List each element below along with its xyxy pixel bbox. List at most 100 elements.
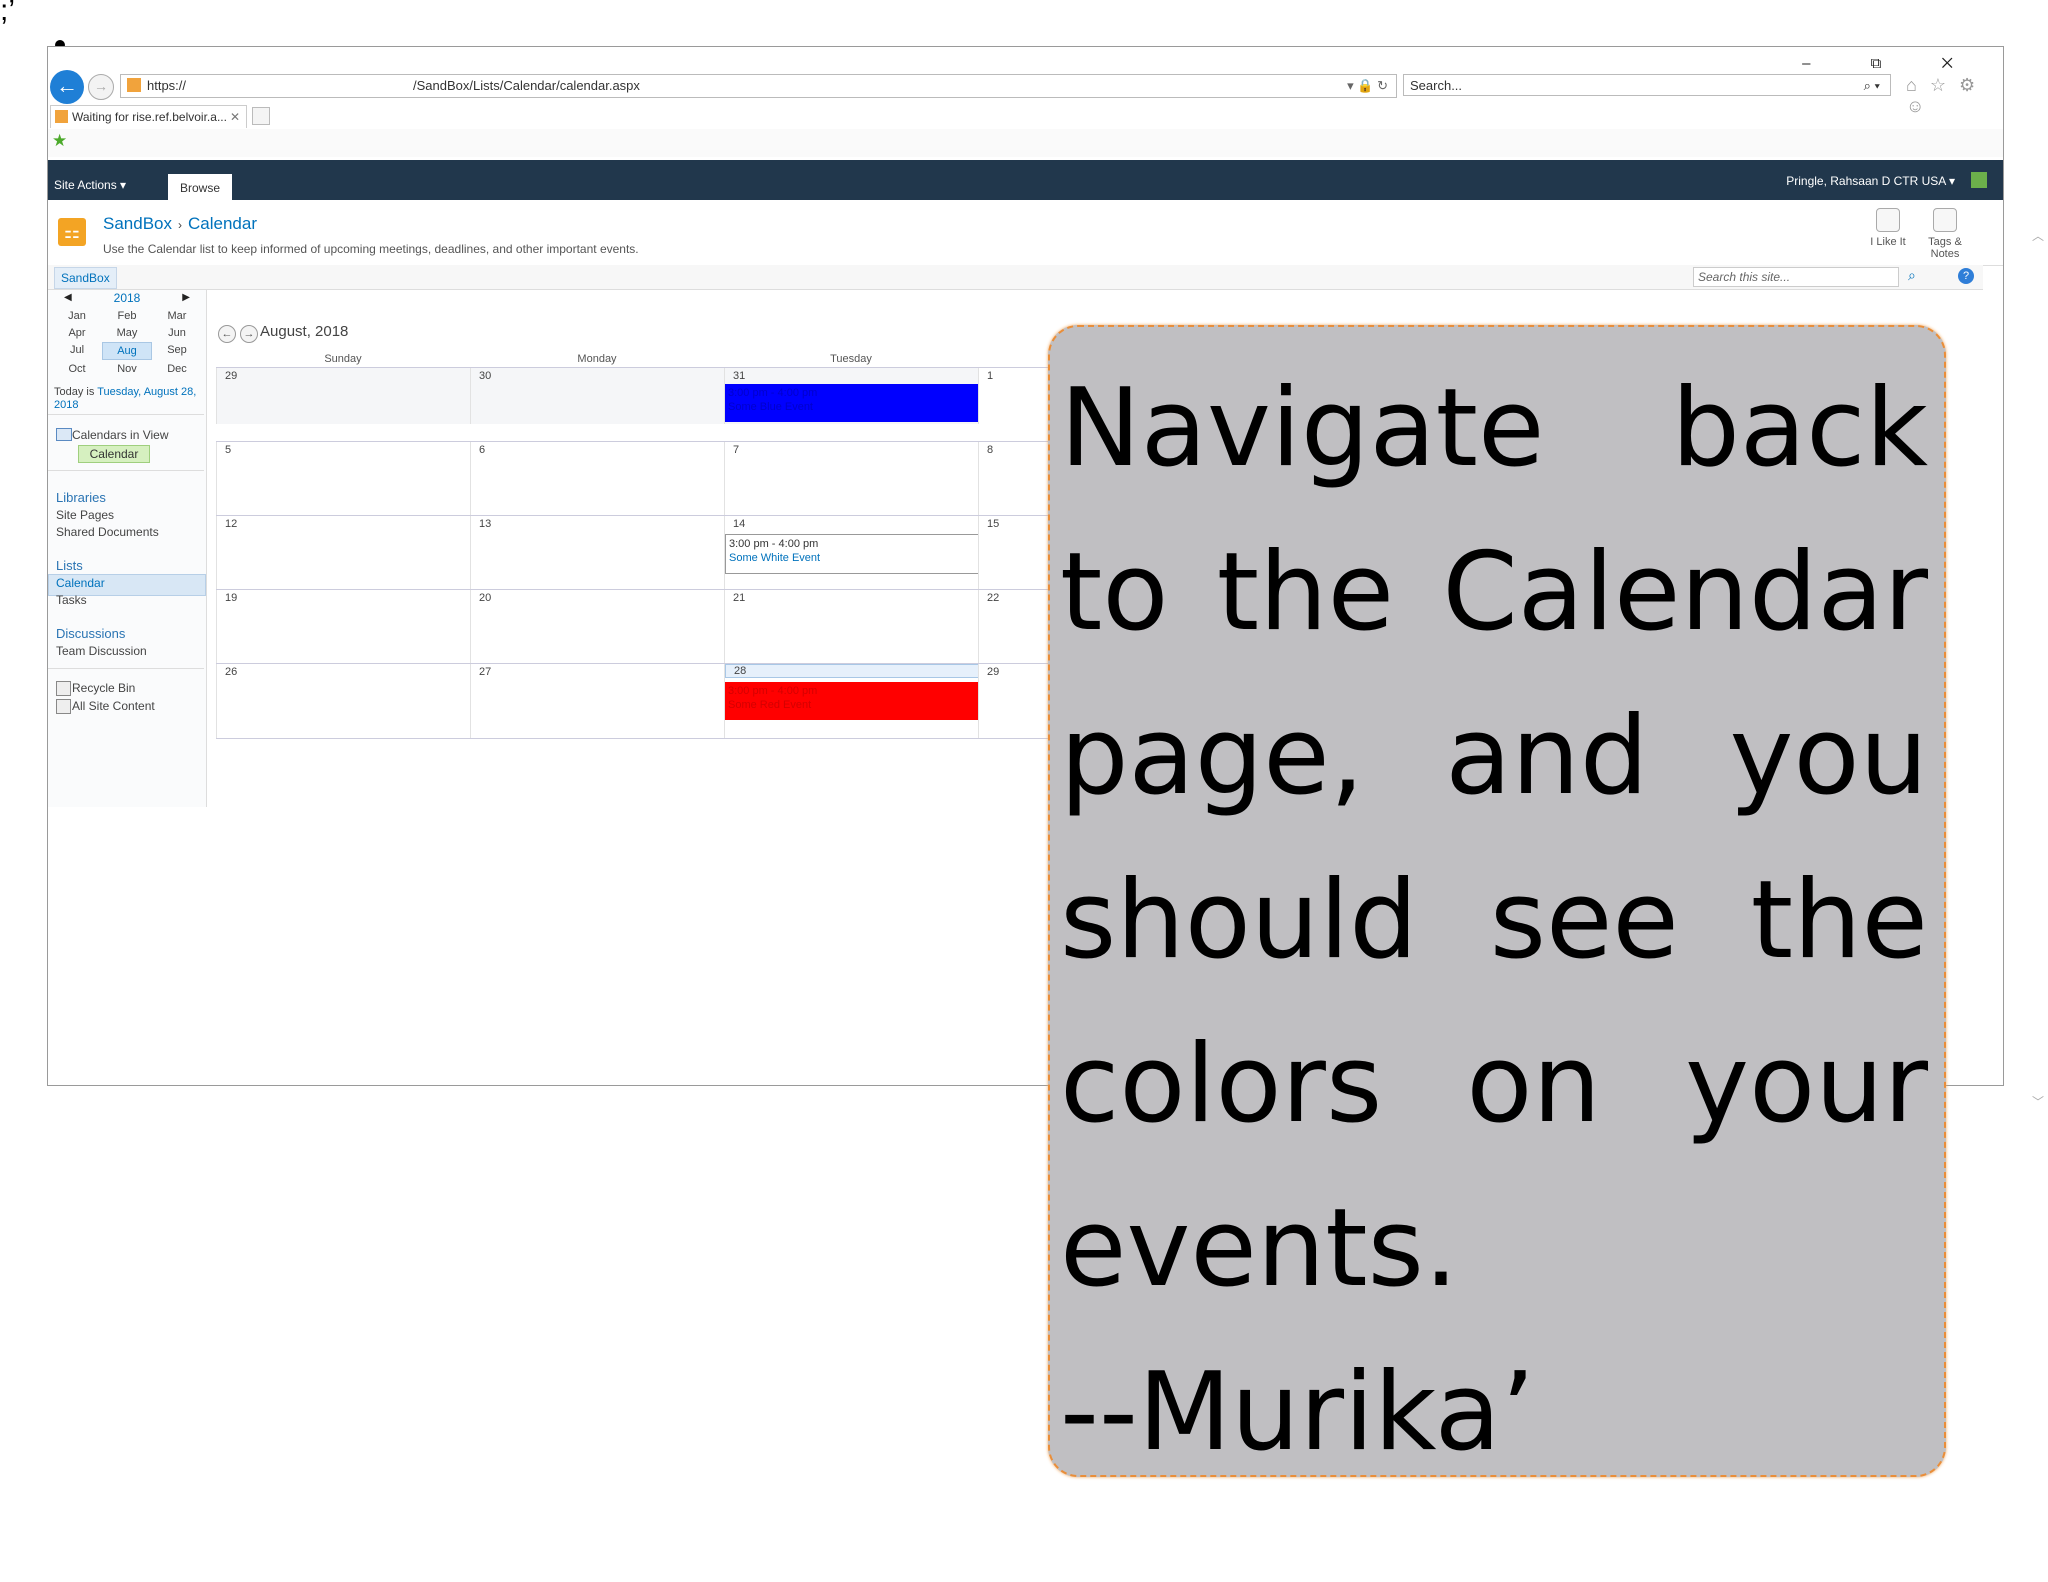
breadcrumb: SandBox › Calendar bbox=[103, 214, 257, 234]
browser-tab[interactable]: Waiting for rise.ref.belvoir.a... ✕ bbox=[50, 105, 247, 128]
user-menu[interactable]: Pringle, Rahsaan D CTR USA ▾ bbox=[1786, 174, 1955, 188]
back-button[interactable]: ← bbox=[50, 70, 84, 104]
event-red[interactable]: 3:00 pm - 4:00 pm Some Red Event bbox=[725, 682, 979, 720]
month-jan[interactable]: Jan bbox=[52, 308, 102, 324]
breadcrumb-list-link[interactable]: Calendar bbox=[188, 214, 257, 233]
day-cell[interactable]: 31 3:00 pm - 4:00 pm Some Blue Event bbox=[724, 368, 979, 424]
topnav-item-sandbox[interactable]: SandBox bbox=[54, 267, 117, 289]
day-number: 5 bbox=[225, 444, 232, 456]
nav-item-team-discussion[interactable]: Team Discussion bbox=[56, 644, 147, 658]
day-cell-today[interactable]: 28 3:00 pm - 4:00 pm Some Red Event bbox=[724, 664, 979, 738]
callout-signature: --Murika’ bbox=[1060, 1350, 1536, 1475]
day-cell[interactable]: 20 bbox=[470, 590, 725, 664]
left-navigation: ◀ 2018 ▶ Jan Feb Mar Apr May Jun Jul Aug… bbox=[48, 290, 207, 807]
month-mar[interactable]: Mar bbox=[152, 308, 202, 324]
day-number: 14 bbox=[733, 518, 746, 530]
month-jul[interactable]: Jul bbox=[52, 342, 102, 358]
month-nov[interactable]: Nov bbox=[102, 361, 152, 377]
day-cell[interactable]: 21 bbox=[724, 590, 979, 664]
day-cell[interactable]: 5 bbox=[216, 442, 471, 516]
favorites-star-icon[interactable]: ★ bbox=[52, 131, 67, 151]
tags-notes-label: Tags & Notes bbox=[1928, 236, 1962, 260]
address-tools-icons[interactable]: ▾ 🔒 ↻ bbox=[1347, 75, 1388, 97]
site-favicon-icon bbox=[127, 78, 141, 92]
new-tab-button[interactable] bbox=[252, 107, 270, 125]
nav-item-recycle-bin[interactable]: Recycle Bin bbox=[72, 681, 135, 695]
day-number: 29 bbox=[225, 370, 238, 382]
day-cell[interactable]: 13 bbox=[470, 516, 725, 590]
day-number: 21 bbox=[733, 592, 746, 604]
today-prefix: Today is bbox=[54, 386, 98, 398]
year-label[interactable]: 2018 bbox=[114, 291, 141, 305]
day-cell[interactable]: 6 bbox=[470, 442, 725, 516]
nav-heading-libraries[interactable]: Libraries bbox=[56, 490, 106, 505]
nav-item-site-pages[interactable]: Site Pages bbox=[56, 508, 114, 522]
address-bar[interactable]: https:// /SandBox/Lists/Calendar/calenda… bbox=[120, 74, 1397, 98]
calendar-overlay-chip[interactable]: Calendar bbox=[78, 445, 150, 463]
user-status-icon[interactable] bbox=[1971, 172, 1987, 188]
i-like-it-button[interactable]: I Like It bbox=[1863, 208, 1913, 248]
dayname-monday: Monday bbox=[577, 353, 617, 365]
site-search-input[interactable]: Search this site... bbox=[1693, 267, 1899, 287]
next-month-icon[interactable]: → bbox=[240, 325, 258, 343]
nav-heading-lists[interactable]: Lists bbox=[56, 558, 83, 573]
month-sep[interactable]: Sep bbox=[152, 342, 202, 358]
page-title-area: ⚏ SandBox › Calendar Use the Calendar list… bbox=[48, 200, 2003, 266]
scroll-up-icon[interactable]: ︿ bbox=[2032, 227, 2044, 244]
day-cell[interactable]: 7 bbox=[724, 442, 979, 516]
day-cell[interactable]: 12 bbox=[216, 516, 471, 590]
month-may[interactable]: May bbox=[102, 325, 152, 341]
month-dec[interactable]: Dec bbox=[152, 361, 202, 377]
nav-item-shared-documents[interactable]: Shared Documents bbox=[56, 525, 159, 539]
event-blue[interactable]: 3:00 pm - 4:00 pm Some Blue Event bbox=[725, 384, 979, 422]
month-feb[interactable]: Feb bbox=[102, 308, 152, 324]
day-number: 22 bbox=[987, 592, 1000, 604]
search-icon[interactable]: ⌕ ▾ bbox=[1864, 75, 1880, 97]
dayname-sunday: Sunday bbox=[324, 353, 362, 365]
site-actions-menu[interactable]: Site Actions ▾ bbox=[54, 178, 126, 192]
day-number: 19 bbox=[225, 592, 238, 604]
all-site-content-icon bbox=[56, 699, 71, 714]
tab-title: Waiting for rise.ref.belvoir.a... bbox=[72, 110, 227, 124]
day-number: 26 bbox=[225, 666, 238, 678]
event-time: 3:00 pm - 4:00 pm bbox=[728, 387, 818, 399]
divider bbox=[48, 414, 204, 415]
event-white[interactable]: 3:00 pm - 4:00 pm Some White Event bbox=[725, 534, 979, 574]
calendar-icon bbox=[56, 428, 72, 441]
event-time: 3:00 pm - 4:00 pm bbox=[729, 538, 819, 550]
divider bbox=[48, 470, 204, 471]
forward-button[interactable]: → bbox=[88, 74, 114, 100]
day-cell[interactable]: 27 bbox=[470, 664, 725, 738]
prev-month-icon[interactable]: ← bbox=[218, 325, 236, 343]
nav-item-all-site-content[interactable]: All Site Content bbox=[72, 699, 155, 713]
month-picker: Jan Feb Mar Apr May Jun Jul Aug Sep Oct … bbox=[52, 308, 202, 377]
help-icon[interactable]: ? bbox=[1958, 268, 1974, 284]
site-search-icon[interactable]: ⌕ bbox=[1908, 267, 1916, 284]
month-apr[interactable]: Apr bbox=[52, 325, 102, 341]
tags-notes-button[interactable]: Tags & Notes bbox=[1920, 208, 1970, 260]
day-cell[interactable]: 29 bbox=[216, 368, 471, 424]
close-icon[interactable]: ✕ bbox=[230, 106, 240, 128]
instruction-callout: Navigate back to the Calendar page, and … bbox=[1048, 325, 1946, 1477]
day-cell[interactable]: 14 3:00 pm - 4:00 pm Some White Event bbox=[724, 516, 979, 590]
day-number: 29 bbox=[987, 666, 1000, 678]
day-cell[interactable]: 30 bbox=[470, 368, 725, 424]
nav-heading-discussions[interactable]: Discussions bbox=[56, 626, 125, 641]
month-oct[interactable]: Oct bbox=[52, 361, 102, 377]
tab-browse[interactable]: Browse bbox=[168, 174, 232, 200]
nav-item-tasks[interactable]: Tasks bbox=[56, 593, 87, 607]
day-cell[interactable]: 26 bbox=[216, 664, 471, 738]
month-aug[interactable]: Aug bbox=[102, 342, 152, 360]
next-year-icon[interactable]: ▶ bbox=[182, 290, 190, 306]
day-number: 7 bbox=[733, 444, 740, 456]
callout-text: Navigate back to the Calendar page, and … bbox=[1060, 347, 1928, 1495]
day-cell[interactable]: 19 bbox=[216, 590, 471, 664]
breadcrumb-site-link[interactable]: SandBox bbox=[103, 214, 172, 233]
browser-search-input[interactable]: Search... ⌕ ▾ bbox=[1403, 74, 1891, 96]
thumbs-up-icon bbox=[1876, 208, 1900, 232]
scroll-down-icon[interactable]: ﹀ bbox=[2032, 1093, 2044, 1110]
prev-year-icon[interactable]: ◀ bbox=[64, 290, 72, 306]
nav-item-calendar[interactable]: Calendar bbox=[56, 576, 105, 590]
month-jun[interactable]: Jun bbox=[152, 325, 202, 341]
dayname-tuesday: Tuesday bbox=[830, 353, 872, 365]
